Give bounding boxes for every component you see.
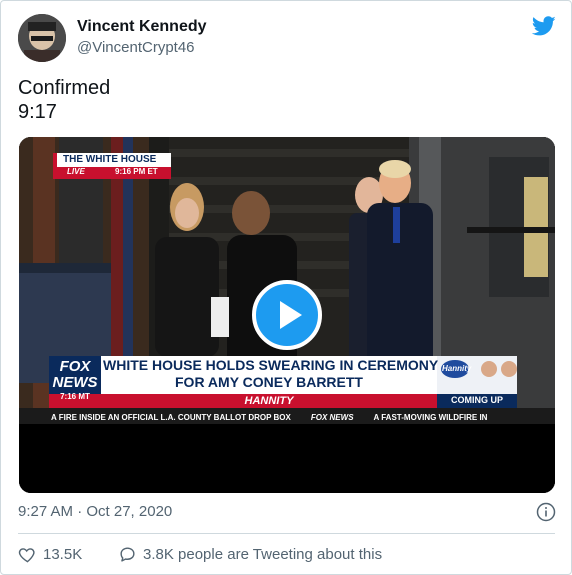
promo-caption: COMING UP xyxy=(450,395,503,405)
ticker: A FIRE INSIDE AN OFFICIAL L.A. COUNTY BA… xyxy=(19,410,555,424)
ticker-left: A FIRE INSIDE AN OFFICIAL L.A. COUNTY BA… xyxy=(51,412,291,422)
tweeting-text: 3.8K people are Tweeting about this xyxy=(143,546,383,563)
fox-news-logo: FOX NEWS 7:16 MT xyxy=(49,356,101,408)
channel-bottom: NEWS xyxy=(52,374,98,391)
ticker-brand: FOX NEWS xyxy=(310,412,354,422)
channel-top: FOX xyxy=(59,358,91,375)
headline: WHITE HOUSE HOLDS SWEARING IN CEREMONY F… xyxy=(103,357,439,391)
display-name[interactable]: Vincent Kennedy xyxy=(77,18,207,36)
live-bug-title: THE WHITE HOUSE xyxy=(63,154,157,165)
tweet-card: Vincent Kennedy @VincentCrypt46 Confirme… xyxy=(0,0,572,575)
live-label: LIVE xyxy=(67,167,85,176)
promo-logo: Hannity xyxy=(442,364,472,373)
headline-line: FOR AMY CONEY BARRETT xyxy=(175,374,363,390)
heart-icon xyxy=(18,548,35,563)
channel-time: 7:16 MT xyxy=(60,392,90,401)
headline-line: WHITE HOUSE HOLDS SWEARING IN CEREMONY xyxy=(103,357,439,373)
tweet-line: Confirmed xyxy=(18,77,111,99)
like-button[interactable]: 13.5K xyxy=(18,545,82,564)
show-name: HANNITY xyxy=(244,395,294,407)
like-count: 13.5K xyxy=(43,546,83,563)
divider xyxy=(18,533,555,534)
tweet-text: Confirmed 9:17 xyxy=(18,76,110,124)
play-button[interactable] xyxy=(252,280,322,350)
tweeting-link[interactable]: 3.8K people are Tweeting about this xyxy=(118,545,382,564)
twitter-bird-icon[interactable] xyxy=(531,14,557,38)
video-player[interactable]: THE WHITE HOUSE LIVE 9:16 PM ET FOX NEWS… xyxy=(19,137,555,493)
user-handle[interactable]: @VincentCrypt46 xyxy=(77,39,195,56)
tweet-line: 9:17 xyxy=(18,101,57,123)
speech-bubble-icon xyxy=(120,547,135,562)
play-icon xyxy=(280,301,302,329)
live-time: 9:16 PM ET xyxy=(115,167,158,176)
timestamp[interactable]: 9:27 AM · Oct 27, 2020 xyxy=(18,503,172,520)
avatar[interactable] xyxy=(18,14,66,62)
info-icon[interactable] xyxy=(536,502,556,522)
ticker-right: A FAST-MOVING WILDFIRE IN xyxy=(373,412,488,422)
